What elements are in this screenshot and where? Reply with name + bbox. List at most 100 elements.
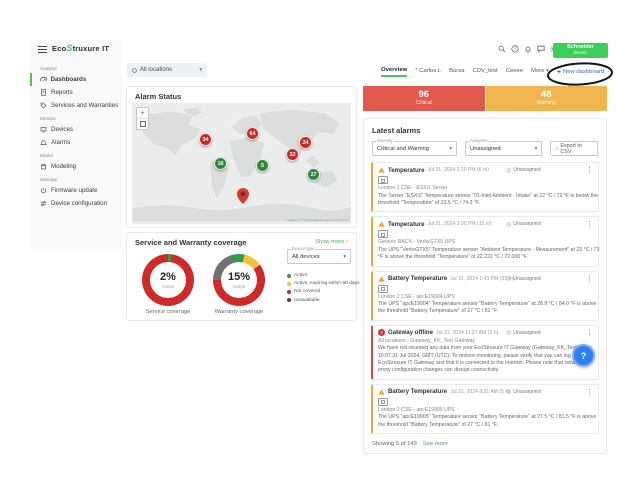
legend-item: Not covered (287, 289, 360, 294)
chevron-down-icon: ▾ (535, 146, 538, 152)
map-attribution: Leaflet | © OpenStreetMap contributors (286, 219, 349, 223)
map-marker-normal[interactable]: 5 (256, 159, 269, 172)
kebab-menu-icon[interactable]: ⋮ (586, 329, 593, 337)
alarm-title[interactable]: Temperature (388, 167, 424, 174)
location-filter[interactable]: All locations ▾ (127, 63, 207, 77)
sidebar-item-firmware-update[interactable]: Firmware update (30, 184, 122, 197)
alarm-location: All locations - Gateway_KK_Test Gateway (378, 338, 593, 344)
service-coverage-percent: 2% (160, 271, 176, 283)
warning-icon (378, 221, 385, 227)
tab-overview[interactable]: Overview (381, 67, 407, 77)
map-marker-critical[interactable]: 64 (246, 127, 259, 140)
see-more-link[interactable]: See more (423, 441, 448, 447)
alarm-location: London 2 CSE - apcE19905 UPS (378, 407, 593, 413)
device-type-icon (378, 398, 388, 406)
map-marker-normal[interactable]: 16 (214, 157, 227, 170)
unassigned-icon: ◎ (506, 167, 511, 174)
location-filter-value: All locations (140, 67, 172, 73)
warning-icon (378, 167, 385, 173)
device-icon (40, 126, 47, 133)
alarm-card[interactable]: Battery Temperature Jul 31, 2024 1:43 PM… (371, 271, 599, 321)
coverage-title: Service and Warranty coverage (135, 238, 246, 247)
chevron-right-icon: › (346, 239, 348, 245)
kebab-menu-icon[interactable]: ⋮ (586, 388, 593, 396)
cube-icon (40, 163, 47, 170)
zoom-in-button[interactable]: + (137, 108, 148, 118)
dashboard-tabs: Overview * Carlos L Bursa CDV_test Ceeee… (381, 67, 604, 77)
assignee-chip[interactable]: ◎Unassigned (506, 221, 541, 228)
tab-more[interactable]: More ▾ (531, 68, 549, 76)
kebab-menu-icon[interactable]: ⋮ (586, 275, 593, 283)
alarm-card[interactable]: Battery Temperature Jul 31, 2024 8:31 AM… (371, 384, 599, 434)
tab-carlos[interactable]: * Carlos L (415, 68, 441, 76)
sidebar-item-services-warranties[interactable]: Services and Warranties (30, 99, 122, 112)
device-type-icon (378, 176, 388, 184)
legend-dot-expiring (287, 282, 291, 286)
alarm-list: Temperature Jul 31, 2024 2:10 PM (6 m) ◎… (371, 162, 599, 434)
assignee-chip[interactable]: ◎Unassigned (506, 167, 541, 174)
alarm-list-footer: Showing 5 of 143 See more (372, 441, 598, 447)
device-type-select[interactable]: Device type All devices ▾ (287, 249, 351, 264)
tab-bursa[interactable]: Bursa (449, 68, 464, 76)
sidebar-item-devices[interactable]: Devices (30, 123, 122, 136)
chevron-down-icon: ▾ (449, 146, 452, 152)
export-csv-button[interactable]: ↓ Export to CSV (550, 141, 598, 156)
alarm-card[interactable]: Temperature Jul 31, 2024 2:00 PM (15 m) … (371, 216, 599, 266)
service-coverage-label: Service coverage (132, 309, 204, 315)
warranty-coverage-label: Warranty coverage (203, 309, 275, 315)
map-marker-critical[interactable]: 24 (299, 136, 312, 149)
warranty-coverage-donut: 15%Active (213, 254, 265, 306)
device-type-icon (378, 230, 388, 238)
assignee-chip[interactable]: ◎Unassigned (506, 388, 541, 395)
sidebar-item-reports[interactable]: Reports (30, 86, 122, 99)
alarm-title[interactable]: Temperature (388, 221, 424, 228)
fullscreen-button[interactable] (137, 118, 148, 129)
sidebar-item-modeling[interactable]: Modeling (30, 160, 122, 173)
notifications-icon[interactable] (523, 44, 532, 53)
assignee-select[interactable]: Assignee Unassigned ▾ (465, 141, 542, 156)
tab-cdv-test[interactable]: CDV_test (472, 68, 497, 76)
alarm-timestamp: Jul 31, 2024 2:10 PM (6 m) (427, 167, 488, 173)
menu-icon[interactable] (38, 46, 47, 53)
sidebar-section-model: Model (40, 154, 122, 159)
severity-select[interactable]: Severity Critical and Warning ▾ (372, 141, 457, 156)
sidebar-item-device-configuration[interactable]: Device configuration (30, 197, 122, 210)
legend-item: Active, expiring within 90 days (287, 281, 360, 286)
kebab-menu-icon[interactable]: ⋮ (586, 220, 593, 228)
help-fab-button[interactable]: ? (572, 344, 595, 367)
warning-icon (378, 389, 385, 395)
map-marker-critical[interactable]: 34 (199, 133, 212, 146)
map-marker-critical[interactable]: 32 (286, 148, 299, 161)
legend-item: Unavailable (287, 298, 360, 303)
help-icon[interactable]: ? (510, 44, 519, 53)
new-dashboard-button[interactable]: +New dashboard (557, 69, 604, 76)
alarm-description: The UPS "VertivGTX5" Temperature sensor … (378, 247, 600, 262)
sidebar-item-dashboards[interactable]: Dashboards (30, 73, 122, 86)
alarm-title[interactable]: Battery Temperature (388, 275, 447, 282)
show-more-link[interactable]: Show more › (315, 239, 348, 245)
alarm-title[interactable]: Gateway offline (388, 329, 433, 336)
assignee-chip[interactable]: ◎Unassigned (506, 329, 541, 336)
device-type-icon (378, 285, 388, 293)
alarm-bell-icon (40, 139, 47, 146)
warning-summary[interactable]: 48 Warning (486, 86, 608, 111)
search-icon[interactable] (497, 44, 506, 53)
sidebar-section-monitor: Monitor (40, 117, 122, 122)
sidebar-item-alarms[interactable]: Alarms (30, 136, 122, 149)
alarm-status-map[interactable]: + 34 64 24 32 16 5 27 Leaflet | © OpenSt… (132, 103, 351, 224)
map-marker-normal[interactable]: 27 (307, 168, 320, 181)
kebab-menu-icon[interactable]: ⋮ (586, 166, 593, 174)
map-zoom-control: + (136, 107, 149, 130)
critical-summary[interactable]: 96 Critical (363, 86, 485, 111)
assignee-chip[interactable]: ◎Unassigned (506, 275, 541, 282)
coverage-card: Service and Warranty coverage Show more … (126, 232, 357, 321)
tab-ceeee[interactable]: Ceeee (506, 68, 523, 76)
feedback-icon[interactable] (536, 44, 545, 53)
alarm-title[interactable]: Battery Temperature (388, 388, 447, 395)
warranty-coverage-percent: 15% (228, 271, 250, 283)
alarm-card[interactable]: Temperature Jul 31, 2024 2:10 PM (6 m) ◎… (371, 162, 599, 212)
alarm-card[interactable]: ✕ Gateway offline Jul 31, 2024 11:27 AM … (371, 325, 599, 380)
location-pin-icon[interactable] (237, 188, 249, 204)
latest-alarms-card: Latest alarms Severity Critical and Warn… (363, 118, 607, 454)
tag-icon (40, 102, 47, 109)
